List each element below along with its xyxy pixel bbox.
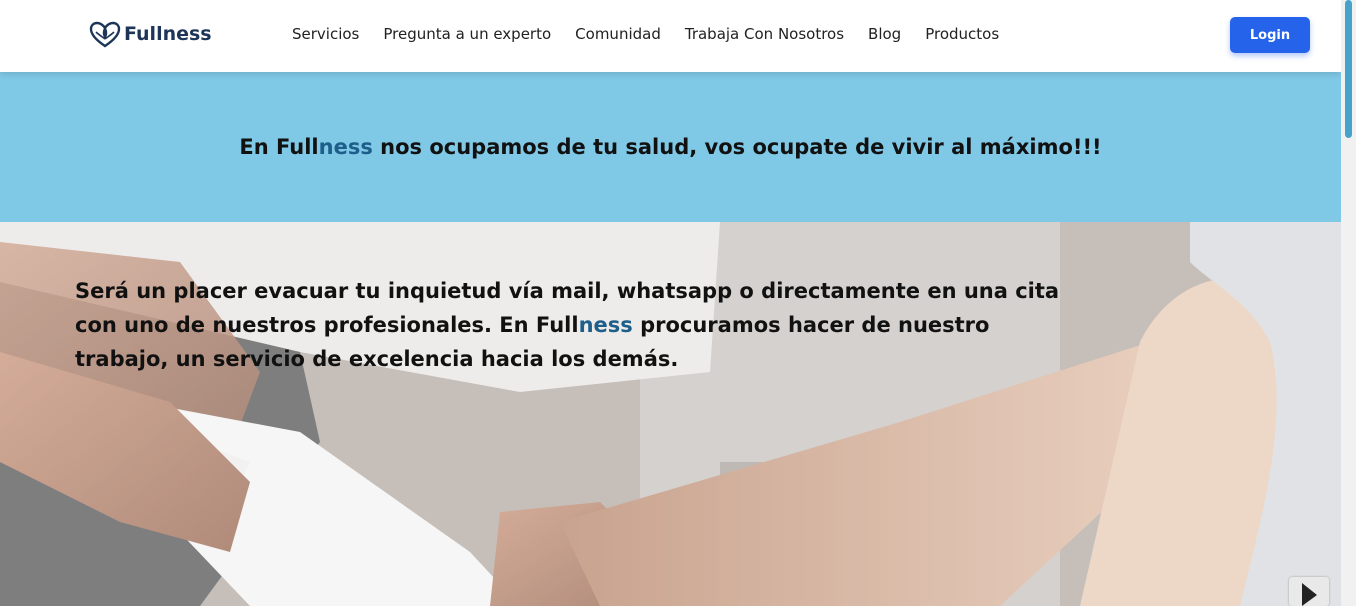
brand-logo[interactable]: Fullness <box>88 18 212 50</box>
nav-item-comunidad[interactable]: Comunidad <box>575 22 661 46</box>
tagline-accent: ness <box>318 135 373 159</box>
chevron-right-icon <box>1302 583 1317 606</box>
nav-item-trabaja[interactable]: Trabaja Con Nosotros <box>685 22 844 46</box>
tagline-post: nos ocupamos de tu salud, vos ocupate de… <box>372 135 1102 159</box>
nav-item-pregunta-experto[interactable]: Pregunta a un experto <box>383 22 551 46</box>
brand-name: Fullness <box>124 23 212 45</box>
nav-item-productos[interactable]: Productos <box>925 22 999 46</box>
tagline-text: En Fullness nos ocupamos de tu salud, vo… <box>239 135 1101 159</box>
site-header: Fullness Servicios Pregunta a un experto… <box>0 0 1341 72</box>
tagline-banner: En Fullness nos ocupamos de tu salud, vo… <box>0 72 1341 222</box>
main-nav: Servicios Pregunta a un experto Comunida… <box>292 22 1023 46</box>
page-scrollbar[interactable] <box>1341 0 1356 606</box>
hero-accent: ness <box>578 313 633 337</box>
login-button[interactable]: Login <box>1230 17 1310 53</box>
nav-item-servicios[interactable]: Servicios <box>292 22 359 46</box>
tagline-pre: En Full <box>239 135 319 159</box>
lotus-heart-icon <box>89 21 121 48</box>
hero-section: Será un placer evacuar tu inquietud vía … <box>0 222 1341 606</box>
hero-text: Será un placer evacuar tu inquietud vía … <box>75 274 1075 376</box>
carousel-next-button[interactable] <box>1289 577 1329 606</box>
scrollbar-thumb[interactable] <box>1345 0 1352 138</box>
nav-item-blog[interactable]: Blog <box>868 22 901 46</box>
